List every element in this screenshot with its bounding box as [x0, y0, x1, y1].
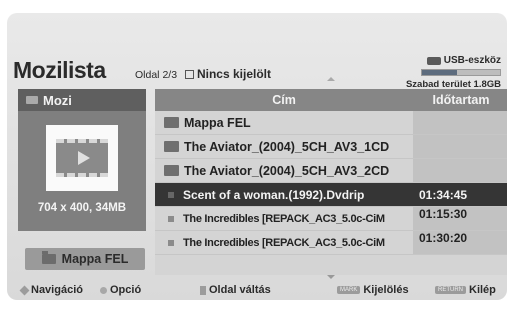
- row-duration: 01:34:45: [419, 187, 468, 202]
- video-file-icon: [168, 239, 174, 246]
- film-icon: [56, 139, 108, 177]
- checkbox-icon: [184, 70, 194, 79]
- column-title: Cím: [272, 93, 296, 107]
- table-row-selected[interactable]: Scent of a woman.(1992).Dvdrip 01:34:45: [155, 183, 507, 207]
- table-row[interactable]: The Aviator_(2004)_5CH_AV3_1CD: [155, 135, 507, 159]
- hint-mark-label: Kijelölés: [363, 284, 409, 296]
- hint-navigation: Navigáció: [19, 284, 83, 296]
- hint-exit: RETURN Kilép: [435, 284, 496, 296]
- preview-heading: Mozi: [18, 89, 146, 111]
- folder-up-button[interactable]: Mappa FEL: [25, 248, 145, 270]
- hint-option-label: Opció: [110, 284, 142, 296]
- row-duration: 01:30:20: [413, 231, 507, 254]
- page-number: 2/3: [162, 69, 178, 81]
- hint-mark: MARK Kijelölés: [337, 284, 409, 296]
- row-duration: [413, 159, 507, 182]
- movie-category-icon: [26, 96, 38, 104]
- marked-status: Nincs kijelölt: [196, 67, 271, 81]
- video-thumbnail: [46, 125, 118, 191]
- table-row[interactable]: The Aviator_(2004)_5CH_AV3_2CD: [155, 159, 507, 183]
- row-name: The Incredibles [REPACK_AC3_5.0c-CiM: [183, 236, 385, 249]
- preview-heading-label: Mozi: [43, 92, 72, 108]
- table-header: Cím Időtartam: [155, 89, 507, 111]
- page-label: Oldal: [135, 69, 160, 81]
- hint-page-switch-label: Oldal váltás: [209, 284, 271, 296]
- folder-up-label: Mappa FEL: [61, 252, 129, 266]
- column-duration: Időtartam: [432, 93, 490, 107]
- video-file-icon: [168, 215, 174, 222]
- preview-panel: Mozi 704 x 400, 34MB: [18, 89, 146, 231]
- hint-page-switch: Oldal váltás: [200, 284, 271, 296]
- table-row[interactable]: Mappa FEL: [155, 111, 507, 135]
- row-name: Mappa FEL: [184, 115, 251, 130]
- row-name: The Incredibles [REPACK_AC3_5.0c-CiM: [183, 212, 385, 225]
- folder-icon: [41, 251, 56, 264]
- usb-label: USB-eszköz: [443, 55, 501, 66]
- page-info: Oldal 2/3 Nincs kijelölt: [135, 67, 271, 81]
- table-row[interactable]: The Incredibles [REPACK_AC3_5.0c-CiM 01:…: [155, 231, 507, 255]
- hint-navigation-label: Navigáció: [31, 284, 83, 296]
- row-name: The Aviator_(2004)_5CH_AV3_1CD: [184, 139, 390, 154]
- mark-key-icon: MARK: [337, 286, 361, 294]
- hint-exit-label: Kilép: [469, 284, 496, 296]
- row-duration: 01:15:30: [413, 207, 507, 230]
- footer-hints: Navigáció Opció Oldal váltás MARK Kijelö…: [7, 281, 507, 300]
- usb-status: USB-eszköz Szabad terület 1.8GB: [406, 55, 501, 90]
- video-resolution: 704 x 400, 34MB: [37, 202, 127, 214]
- row-duration: [413, 111, 507, 134]
- folder-icon: [164, 117, 179, 128]
- ok-button-icon: [100, 286, 107, 294]
- scroll-up-arrow-icon[interactable]: [327, 77, 335, 81]
- row-name: The Aviator_(2004)_5CH_AV3_2CD: [184, 163, 390, 178]
- usb-usage-bar: [421, 69, 501, 76]
- page-title: Mozilista: [13, 57, 106, 83]
- movie-list-panel: Mozilista Oldal 2/3 Nincs kijelölt USB-e…: [7, 13, 507, 300]
- page-switch-icon: [200, 285, 206, 295]
- scroll-down-arrow-icon[interactable]: [327, 275, 335, 279]
- usb-drive-icon: [426, 56, 441, 65]
- row-name: Scent of a woman.(1992).Dvdrip: [183, 187, 365, 202]
- hint-option: Opció: [100, 284, 141, 296]
- folder-icon: [164, 141, 179, 152]
- navigation-arrows-icon: [19, 285, 30, 295]
- folder-icon: [164, 165, 179, 176]
- table-row[interactable]: The Incredibles [REPACK_AC3_5.0c-CiM 01:…: [155, 207, 507, 231]
- file-table: Cím Időtartam Mappa FEL The Aviator_(200…: [155, 89, 507, 275]
- return-key-icon: RETURN: [435, 286, 466, 294]
- play-icon: [78, 151, 90, 165]
- screen: Mozilista Oldal 2/3 Nincs kijelölt USB-e…: [0, 0, 513, 312]
- video-file-icon: [168, 191, 174, 198]
- row-duration: [413, 135, 507, 158]
- usb-usage-fill: [422, 70, 458, 75]
